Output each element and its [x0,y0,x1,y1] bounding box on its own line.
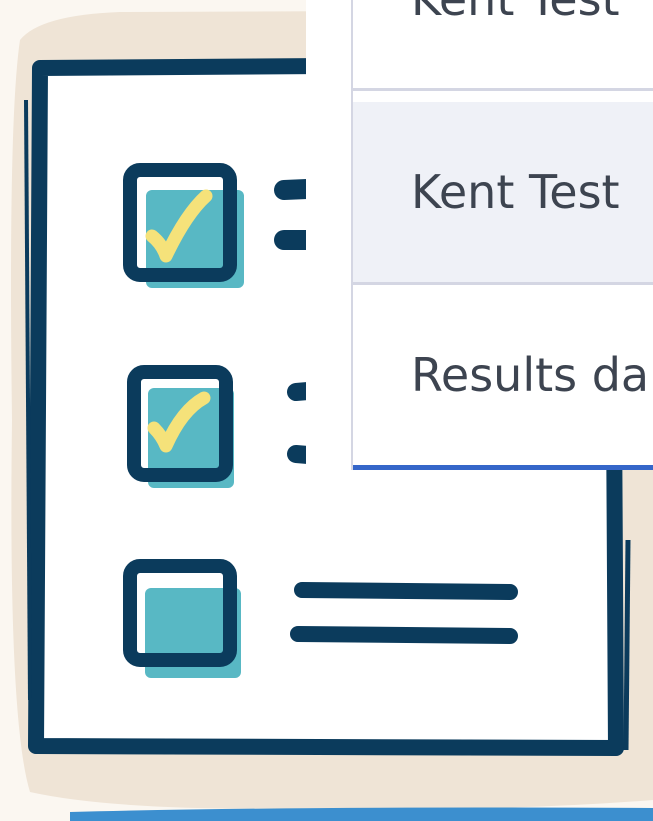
bottom-strip [70,807,653,821]
menu-item-kent-test-2[interactable]: Kent Test [353,102,653,285]
menu-item-results[interactable]: Results da [353,285,653,470]
card-sketch-line-right [623,539,631,751]
menu-item-label: Results da [411,348,650,402]
menu-item-label: Kent Test [411,165,620,219]
dropdown-menu: Kent Test Kent Test Results da [351,0,653,470]
menu-item-kent-test-1[interactable]: Kent Test [353,0,653,91]
menu-item-label: Kent Test [411,0,620,26]
